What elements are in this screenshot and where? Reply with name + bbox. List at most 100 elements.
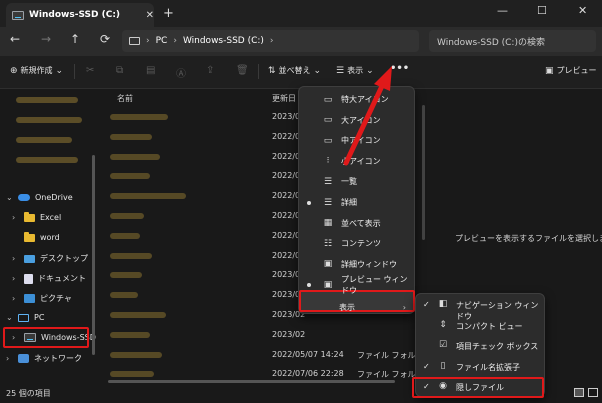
cloud-icon [18,194,30,201]
rename-icon[interactable]: Ⓐ [176,65,186,80]
show-menu-item[interactable]: ✓ ◧ ナビゲーション ウィンドウ [416,295,544,321]
close-window-button[interactable]: ✕ [578,4,587,17]
sidebar-item-word[interactable]: word [24,231,60,242]
preview-button[interactable]: ▣ プレビュー [545,65,597,76]
details-view-icon[interactable] [574,388,584,397]
tab-title: Windows-SSD (C:) [29,10,121,20]
chevron-right-icon: › [6,354,10,363]
tab-windows-ssd[interactable]: Windows-SSD (C:) ✕ [6,3,154,27]
sidebar-scrollbar[interactable] [92,155,95,355]
view-menu-item[interactable]: ▣ 詳細ウィンドウ [299,255,414,274]
show-menu-label: ファイル名拡張子 [456,362,520,372]
highlight-box-hidden-files [412,377,544,398]
blurred-file-name [110,272,142,279]
sidebar-item-excel[interactable]: › Excel [12,211,61,222]
back-button[interactable]: ← [6,32,24,46]
tab-close-icon[interactable]: ✕ [146,10,154,21]
show-menu-item[interactable]: ✓ ▯ ファイル名拡張子 [416,357,544,377]
chevron-right-icon: › [269,36,274,46]
sidebar-item-label: word [40,233,60,242]
blurred-file-name [110,114,168,120]
sidebar-item-desktop[interactable]: › デスクトップ [12,253,88,264]
sidebar-item-label: PC [34,313,45,322]
view-option-icon: ▣ [323,259,333,270]
cut-icon[interactable]: ✂ [86,65,94,76]
view-menu-item[interactable]: ▭ 特大アイコン [299,90,414,109]
sidebar-item-network[interactable]: › ネットワーク [6,353,82,364]
view-menu-item[interactable]: 表示 › [299,298,414,317]
show-menu-label: コンパクト ビュー [456,321,523,331]
up-button[interactable]: ↑ [66,32,84,46]
file-date: 2022/05/07 14:24 [272,349,344,359]
delete-icon[interactable]: 🗑 [236,65,249,76]
view-menu-item[interactable]: ☷ コンテンツ [299,234,414,253]
column-header-date[interactable]: 更新日 [272,93,296,104]
forward-button[interactable]: → [37,32,55,46]
show-menu-item[interactable]: ⇕ コンパクト ビュー [416,316,544,336]
chevron-right-icon: › [146,36,150,46]
checkmark-icon: ✓ [423,361,430,371]
minimize-button[interactable]: — [497,4,508,17]
sidebar-item-label: ピクチャ [40,294,72,303]
search-input[interactable]: Windows-SSD (C:)の検索 [429,30,596,52]
view-menu-item[interactable]: ☰ 一覧 [299,172,414,191]
blurred-file-name [110,232,140,239]
view-label: 表示 [347,66,364,75]
file-list-scrollbar[interactable] [422,105,425,240]
chevron-down-icon: ⌄ [313,65,322,76]
document-icon [24,273,33,284]
more-options-button[interactable]: ••• [390,63,409,74]
selected-dot-icon [307,282,311,287]
blurred-file-name [110,213,144,219]
item-count: 25 個の項目 [6,389,51,398]
show-option-icon: ▯ [440,360,446,371]
view-menu-item[interactable]: ▭ 中アイコン [299,131,414,150]
blurred-file-name [110,193,186,200]
view-menu-label: コンテンツ [341,239,381,249]
sort-button[interactable]: ⇅ 並べ替え ⌄ [268,65,321,76]
monitor-icon [129,37,140,45]
breadcrumb-drive[interactable]: Windows-SSD (C:) [183,36,264,46]
view-menu-label: 詳細ウィンドウ [341,259,397,269]
folder-icon [24,211,35,222]
sidebar-item-pc[interactable]: ⌄ PC [6,313,44,322]
refresh-button[interactable]: ⟳ [96,32,114,46]
view-menu-item[interactable]: ▣ プレビュー ウィンドウ [299,275,414,295]
view-menu-label: 中アイコン [341,136,381,146]
view-button[interactable]: ☰ 表示 ⌄ [336,65,374,76]
share-icon[interactable]: ⇪ [206,65,214,76]
chevron-right-icon: › [173,36,177,46]
chevron-right-icon: › [12,254,16,263]
file-date: 2023/02 [272,329,306,339]
maximize-button[interactable]: ☐ [537,4,547,17]
sidebar-item-documents[interactable]: › ドキュメント [12,273,86,284]
view-menu-item[interactable]: ⁝ 小アイコン [299,152,414,171]
new-label: 新規作成 [20,66,53,75]
horizontal-scrollbar[interactable] [108,380,395,383]
sidebar-item-onedrive[interactable]: ⌄ OneDrive [6,193,73,202]
show-menu-item[interactable]: ☑ 項目チェック ボックス [416,336,544,356]
paste-icon[interactable]: ▤ [146,65,155,76]
tiles-view-icon[interactable] [588,388,598,397]
view-menu-item[interactable]: ▦ 並べて表示 [299,214,414,233]
address-bar[interactable]: › PC › Windows-SSD (C:) › [122,30,419,52]
view-menu-label: 小アイコン [341,156,381,166]
chevron-down-icon: ⌄ [6,313,13,322]
breadcrumb-pc[interactable]: PC [156,36,168,46]
view-option-icon: ▭ [323,115,333,126]
sidebar-item-pictures[interactable]: › ピクチャ [12,293,72,304]
view-option-icon: ☰ [323,176,333,187]
new-button[interactable]: ⊕ 新規作成 ⌄ [10,65,63,76]
network-icon [18,354,29,363]
new-tab-button[interactable]: + [163,6,174,21]
view-option-icon: ☷ [323,238,333,249]
view-menu-item[interactable]: ☰ 詳細 [299,193,414,212]
copy-icon[interactable]: ⧉ [116,65,123,76]
sidebar-item-label: ネットワーク [34,354,82,363]
drive-icon [12,10,24,20]
blurred-item [16,157,78,163]
view-menu-item[interactable]: ▭ 大アイコン [299,111,414,130]
sidebar-item-label: ドキュメント [38,274,86,283]
blurred-file-name [110,331,150,338]
column-header-name[interactable]: 名前 [117,93,133,104]
